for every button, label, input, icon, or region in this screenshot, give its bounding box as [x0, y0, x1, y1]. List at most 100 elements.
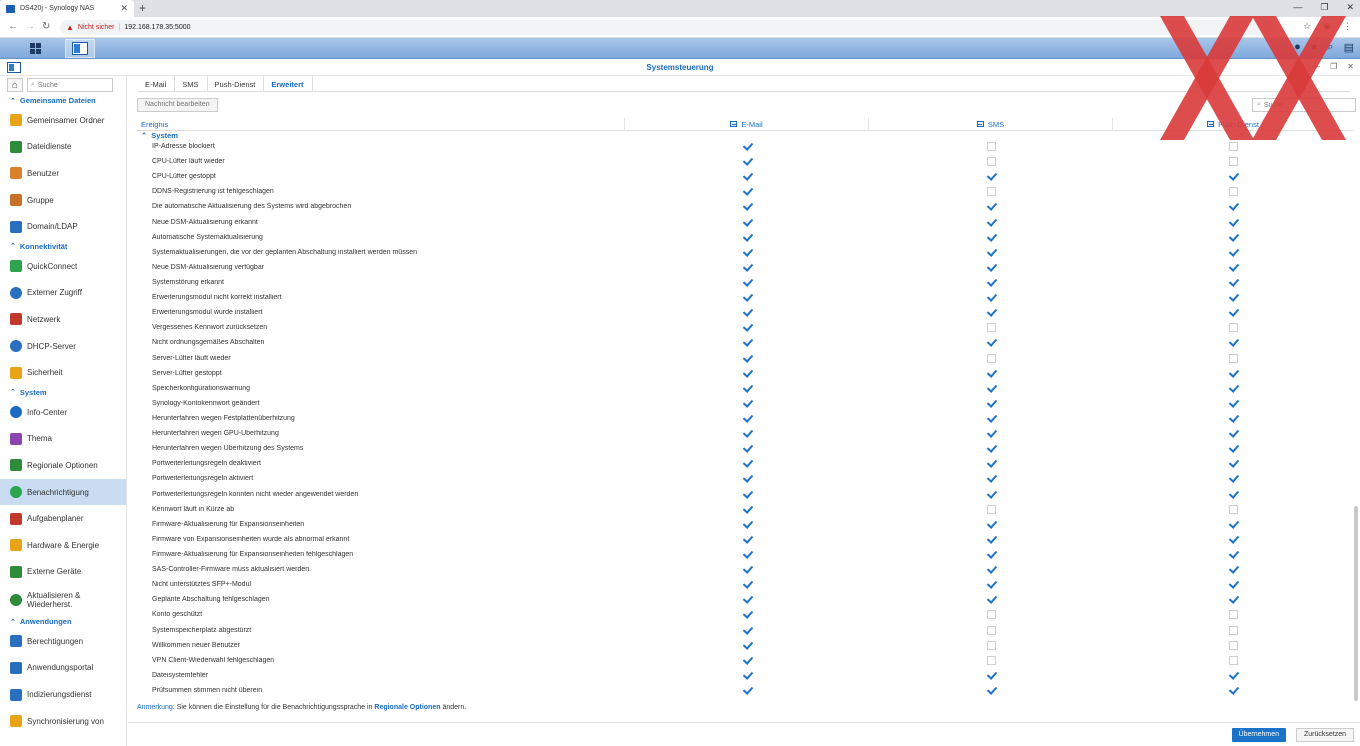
sidebar-item[interactable]: Synchronisierung von [0, 708, 126, 735]
push-checkbox[interactable] [1229, 565, 1238, 574]
sms-checkbox[interactable] [987, 459, 996, 468]
table-row[interactable]: Nicht ordnungsgemäßes Abschalten [137, 335, 1353, 350]
maximize-icon[interactable]: ❐ [1320, 2, 1328, 13]
email-checkbox[interactable] [743, 293, 752, 302]
push-checkbox[interactable] [1228, 655, 1238, 665]
push-checkbox[interactable] [1228, 640, 1238, 650]
chat-icon[interactable]: ● [1294, 41, 1301, 54]
table-row[interactable]: Systemspeicherplatz abgestürzt [137, 623, 1353, 638]
email-checkbox[interactable] [743, 671, 752, 680]
sidebar-item[interactable]: Netzwerk [0, 306, 126, 333]
table-search[interactable]: ⌕ [1252, 98, 1356, 112]
sidebar-item[interactable]: Gruppe [0, 187, 126, 214]
email-checkbox[interactable] [743, 157, 752, 166]
sidebar-item[interactable]: Benachrichtigung [0, 478, 126, 506]
email-checkbox[interactable] [743, 202, 752, 211]
table-row[interactable]: Server-Lüfter gestoppt [137, 366, 1353, 381]
email-checkbox[interactable] [743, 595, 752, 604]
email-checkbox[interactable] [743, 384, 752, 393]
push-checkbox[interactable] [1229, 459, 1238, 468]
edit-message-button[interactable]: Nachricht bearbeiten [137, 98, 218, 112]
group-row-system[interactable]: ⌃ System [137, 131, 1353, 140]
sms-checkbox[interactable] [986, 187, 996, 197]
window-close-icon[interactable]: ✕ [1347, 62, 1354, 71]
email-checkbox[interactable] [743, 278, 752, 287]
email-checkbox[interactable] [743, 610, 752, 619]
sms-checkbox[interactable] [987, 565, 996, 574]
push-checkbox[interactable] [1229, 535, 1238, 544]
push-checkbox[interactable] [1229, 202, 1238, 211]
sidebar-section[interactable]: ⌃ Anwendungen [0, 615, 126, 628]
push-checkbox[interactable] [1228, 353, 1238, 363]
sidebar-item[interactable]: Aufgabenplaner [0, 505, 126, 532]
sms-checkbox[interactable] [986, 504, 996, 514]
push-checkbox[interactable] [1228, 610, 1238, 620]
email-checkbox[interactable] [743, 233, 752, 242]
push-checkbox[interactable] [1229, 233, 1238, 242]
push-checkbox[interactable] [1229, 520, 1238, 529]
sidebar-item[interactable]: Indizierungsdienst [0, 681, 126, 708]
push-checkbox[interactable] [1228, 323, 1238, 333]
sms-checkbox[interactable] [986, 610, 996, 620]
table-row[interactable]: Server-Lüfter läuft wieder [137, 351, 1353, 366]
minimize-icon[interactable]: — [1293, 2, 1302, 13]
sms-checkbox[interactable] [987, 474, 996, 483]
sms-checkbox[interactable] [987, 520, 996, 529]
table-row[interactable]: IP-Adresse blockiert [137, 139, 1353, 154]
email-checkbox[interactable] [743, 490, 752, 499]
sidebar-item[interactable]: Externer Zugriff [0, 280, 126, 307]
email-checkbox[interactable] [743, 520, 752, 529]
main-menu-button[interactable] [7, 39, 63, 58]
sms-checkbox[interactable] [987, 202, 996, 211]
control-panel-taskbar-button[interactable] [65, 39, 95, 58]
window-maximize-icon[interactable]: ❐ [1330, 62, 1337, 71]
email-checkbox[interactable] [743, 459, 752, 468]
sidebar-item[interactable]: Info-Center [0, 399, 126, 426]
sms-checkbox[interactable] [987, 384, 996, 393]
table-row[interactable]: Nicht unterstütztes SFP+-Modul [137, 577, 1353, 592]
table-row[interactable]: Willkommen neuer Benutzer [137, 638, 1353, 653]
table-row[interactable]: CPU-Lüfter gestoppt [137, 169, 1353, 184]
table-row[interactable]: Firmware von Expansionseinheiten wurde a… [137, 532, 1353, 547]
sms-checkbox[interactable] [987, 550, 996, 559]
sms-checkbox[interactable] [987, 308, 996, 317]
sms-checkbox[interactable] [987, 671, 996, 680]
table-row[interactable]: DDNS-Registrierung ist fehlgeschlagen [137, 184, 1353, 199]
email-checkbox[interactable] [743, 535, 752, 544]
sms-checkbox[interactable] [987, 338, 996, 347]
search-icon[interactable]: ⌕ [1327, 41, 1333, 54]
extension-icon[interactable]: ◉ [1323, 21, 1331, 32]
table-search-input[interactable] [1263, 101, 1352, 109]
sms-checkbox[interactable] [987, 444, 996, 453]
email-checkbox[interactable] [743, 686, 752, 695]
tab[interactable]: Erweitert [264, 76, 313, 92]
sms-checkbox[interactable] [987, 233, 996, 242]
sms-checkbox[interactable] [986, 142, 996, 152]
column-event[interactable]: Ereignis [137, 117, 625, 131]
push-checkbox[interactable] [1229, 263, 1238, 272]
table-row[interactable]: Geplante Abschaltung fehlgeschlagen [137, 592, 1353, 607]
sidebar-section[interactable]: ⌃ Konnektivität [0, 240, 126, 253]
sidebar-search[interactable]: ⌕ [27, 78, 113, 92]
table-row[interactable]: Erweiterungsmodul nicht korrekt installi… [137, 290, 1353, 305]
sidebar-item[interactable]: Regionale Optionen [0, 452, 126, 479]
table-row[interactable]: Synology-Kontokennwort geändert [137, 396, 1353, 411]
sidebar-section[interactable]: ⌃ Gemeinsame Dateien [0, 94, 126, 107]
push-checkbox[interactable] [1229, 384, 1238, 393]
tab[interactable]: SMS [175, 76, 208, 92]
sms-checkbox[interactable] [987, 399, 996, 408]
sms-checkbox[interactable] [987, 535, 996, 544]
table-row[interactable]: SAS-Controller-Firmware muss aktualisier… [137, 562, 1353, 577]
table-row[interactable]: Die automatische Aktualisierung des Syst… [137, 199, 1353, 214]
table-row[interactable]: Konto geschützt [137, 607, 1353, 622]
push-checkbox[interactable] [1229, 338, 1238, 347]
sms-checkbox[interactable] [986, 640, 996, 650]
table-row[interactable]: Dateisystemfehler [137, 668, 1353, 683]
push-checkbox[interactable] [1229, 474, 1238, 483]
sms-checkbox[interactable] [987, 369, 996, 378]
regional-options-link[interactable]: Regionale Optionen [374, 704, 440, 711]
sidebar-item[interactable]: Externe Geräte [0, 559, 126, 586]
sms-checkbox[interactable] [987, 595, 996, 604]
sms-checkbox[interactable] [986, 353, 996, 363]
table-row[interactable]: Systemaktualisierungen, die vor der gepl… [137, 245, 1353, 260]
